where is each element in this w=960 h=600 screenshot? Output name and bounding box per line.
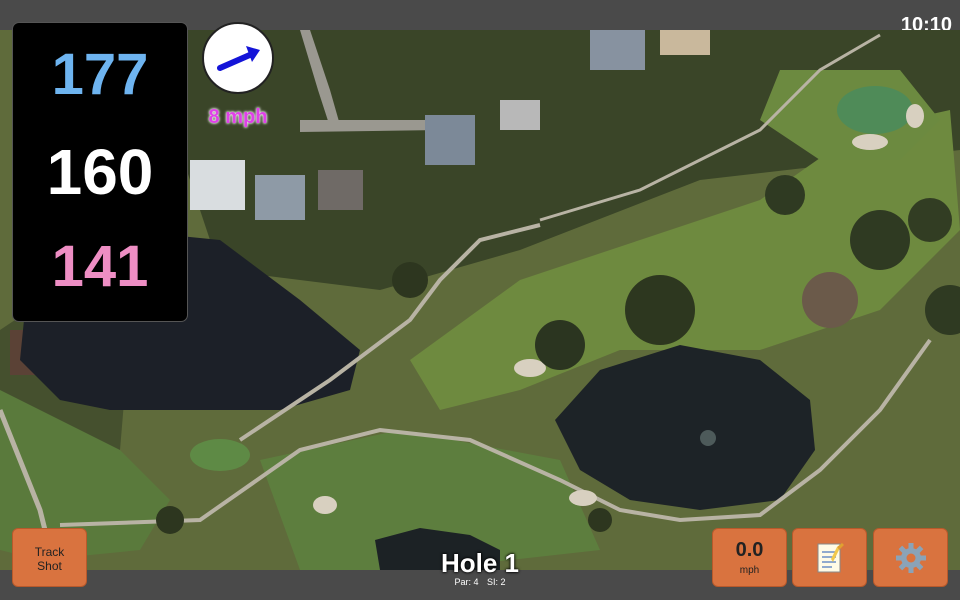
gear-icon (895, 542, 926, 573)
wind-indicator (202, 22, 274, 94)
speed-value: 0.0 (735, 539, 764, 561)
distance-panel: 177 160 141 (12, 22, 188, 322)
settings-button[interactable] (873, 528, 948, 587)
track-shot-label-line1: Track (34, 545, 65, 559)
speed-unit: mph (739, 565, 760, 576)
notes-button[interactable] (792, 528, 867, 587)
back-distance: 177 (51, 42, 149, 107)
middle-distance: 160 (46, 136, 154, 208)
hole-title: Hole 1 (440, 548, 520, 578)
hole-par: Par: 4 (454, 577, 479, 587)
track-shot-button[interactable]: Track Shot (12, 528, 87, 587)
notepad-icon (817, 542, 844, 572)
wind-speed: 8 mph (208, 106, 268, 128)
track-shot-label-line2: Shot (37, 559, 62, 573)
hole-info: Par: 4 SI: 2 (380, 577, 580, 587)
front-distance: 141 (51, 234, 149, 299)
wind-arrow-icon (217, 46, 260, 71)
speed-button[interactable]: 0.0 mph (712, 528, 787, 587)
hole-stroke-index: SI: 2 (487, 577, 506, 587)
